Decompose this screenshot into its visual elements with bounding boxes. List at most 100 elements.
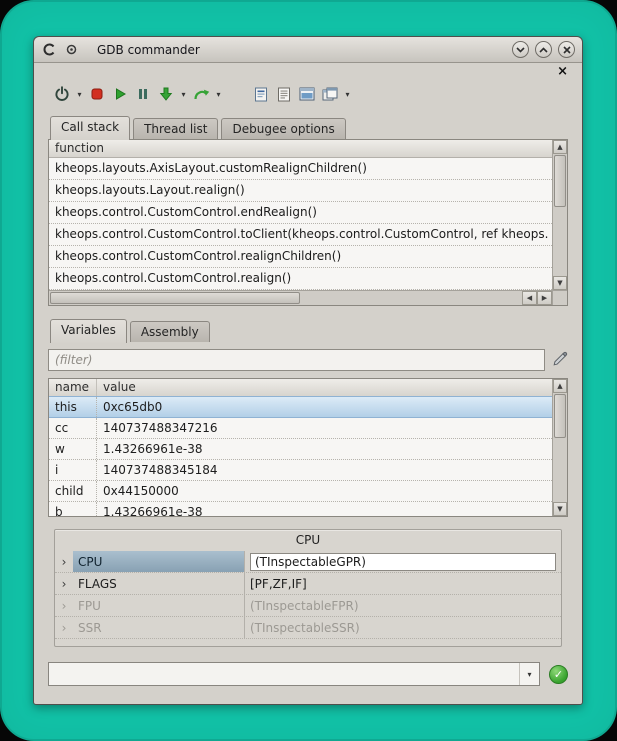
call-stack-row[interactable]: kheops.layouts.AxisLayout.customRealignC… [49, 158, 552, 180]
client-area: × ▾ ▾ ▾ [34, 63, 582, 704]
call-stack-row[interactable]: kheops.control.CustomControl.endRealign(… [49, 202, 552, 224]
vscroll-track[interactable] [553, 208, 567, 276]
send-command-button[interactable]: ✓ [549, 665, 568, 684]
variable-row[interactable]: this 0xc65db0 [49, 396, 552, 418]
gdb-command-input[interactable] [49, 663, 519, 685]
power-button[interactable] [52, 83, 72, 105]
filter-pen-icon[interactable] [552, 351, 568, 370]
vscroll-thumb[interactable] [554, 155, 566, 207]
step-button[interactable] [156, 83, 176, 105]
cpu-row-label[interactable]: FPU [73, 595, 245, 616]
call-stack-hscrollbar[interactable]: ◀ ▶ [49, 290, 552, 305]
window-menu-icon[interactable] [63, 42, 79, 58]
call-stack-row[interactable]: kheops.control.CustomControl.realign() [49, 268, 552, 290]
variable-name: child [49, 481, 97, 501]
hscroll-track[interactable] [301, 291, 522, 305]
cpu-register-row[interactable]: › FPU (TInspectableFPR) [55, 595, 561, 617]
call-stack-row[interactable]: kheops.control.CustomControl.toClient(kh… [49, 224, 552, 246]
scrollbar-corner [552, 290, 567, 305]
continue-dropdown-icon[interactable]: ▾ [214, 90, 223, 99]
scroll-up-icon[interactable]: ▲ [553, 379, 567, 393]
windows-dropdown-icon[interactable]: ▾ [343, 90, 352, 99]
source-list-button[interactable] [274, 83, 294, 105]
close-button[interactable] [558, 41, 575, 58]
minimize-button[interactable] [512, 41, 529, 58]
cpu-row-value: [PF,ZF,IF] [245, 573, 561, 594]
cpu-row-value: (TInspectableSSR) [245, 617, 561, 638]
variable-name: i [49, 460, 97, 480]
expander-icon[interactable]: › [55, 599, 73, 613]
tab-debugee-options[interactable]: Debugee options [221, 118, 345, 139]
variable-row[interactable]: child 0x44150000 [49, 481, 552, 502]
debug-toolbar: ▾ ▾ ▾ [48, 79, 568, 109]
variable-row[interactable]: cc 140737488347216 [49, 418, 552, 439]
gdb-commander-window: GDB commander × ▾ [33, 36, 583, 705]
variable-row[interactable]: i 140737488345184 [49, 460, 552, 481]
cpu-register-row[interactable]: › SSR (TInspectableSSR) [55, 617, 561, 639]
variable-value: 0x44150000 [97, 481, 552, 501]
filter-input[interactable] [48, 349, 545, 371]
pause-button[interactable] [133, 83, 153, 105]
command-row: ▾ ✓ [48, 661, 568, 687]
call-stack-list: function kheops.layouts.AxisLayout.custo… [49, 140, 552, 290]
scroll-down-icon[interactable]: ▼ [553, 502, 567, 516]
call-stack-vscrollbar[interactable]: ▲ ▼ [552, 140, 567, 290]
cpu-row-label[interactable]: CPU [73, 551, 245, 572]
expander-icon[interactable]: › [55, 621, 73, 635]
run-button[interactable] [110, 83, 130, 105]
column-header-name: name [49, 379, 97, 396]
variables-vscrollbar[interactable]: ▲ ▼ [552, 379, 567, 516]
expander-icon[interactable]: › [55, 577, 73, 591]
dock-header: × [48, 65, 568, 79]
tab-assembly[interactable]: Assembly [130, 321, 210, 342]
stack-tabs: Call stack Thread list Debugee options [48, 115, 568, 139]
inspector-tabs: Variables Assembly [48, 318, 568, 342]
cpu-register-row[interactable]: › CPU (TInspectableGPR) [55, 551, 561, 573]
cpu-row-value: (TInspectableFPR) [245, 595, 561, 616]
watch-window-button[interactable] [297, 83, 317, 105]
call-stack-row[interactable]: kheops.control.CustomControl.realignChil… [49, 246, 552, 268]
windows-menu-button[interactable] [320, 83, 340, 105]
messages-button[interactable] [251, 83, 271, 105]
vscroll-track[interactable] [553, 439, 567, 502]
variable-name: b [49, 502, 97, 516]
maximize-button[interactable] [535, 41, 552, 58]
variables-table: name value this 0xc65db0 cc 140737488347… [49, 379, 552, 516]
stop-button[interactable] [87, 83, 107, 105]
cpu-groupbox-title: CPU [55, 533, 561, 547]
variable-value: 1.43266961e-38 [97, 502, 552, 516]
cpu-groupbox: CPU › CPU (TInspectableGPR) › FLAGS [PF,… [54, 529, 562, 647]
variable-value: 0xc65db0 [97, 397, 552, 417]
combobox-dropdown-icon[interactable]: ▾ [519, 663, 539, 685]
window-title: GDB commander [97, 43, 200, 57]
app-icon [41, 42, 57, 58]
cpu-value-field[interactable]: (TInspectableGPR) [250, 553, 556, 571]
scroll-left-icon[interactable]: ◀ [522, 291, 537, 305]
expander-icon[interactable]: › [55, 555, 73, 569]
scroll-down-icon[interactable]: ▼ [553, 276, 567, 290]
call-stack-row[interactable]: kheops.layouts.Layout.realign() [49, 180, 552, 202]
scroll-up-icon[interactable]: ▲ [553, 140, 567, 154]
cpu-register-row[interactable]: › FLAGS [PF,ZF,IF] [55, 573, 561, 595]
power-dropdown-icon[interactable]: ▾ [75, 90, 84, 99]
tab-variables[interactable]: Variables [50, 319, 127, 343]
cpu-row-label[interactable]: SSR [73, 617, 245, 638]
call-stack-column-header: function [49, 140, 552, 158]
vscroll-thumb[interactable] [554, 394, 566, 438]
variable-row[interactable]: w 1.43266961e-38 [49, 439, 552, 460]
hscroll-thumb[interactable] [50, 292, 300, 304]
variable-name: this [49, 397, 97, 417]
cpu-row-label[interactable]: FLAGS [73, 573, 245, 594]
variable-value: 1.43266961e-38 [97, 439, 552, 459]
dock-close-icon[interactable]: × [557, 66, 568, 78]
gdb-command-combobox[interactable]: ▾ [48, 662, 540, 686]
variable-name: cc [49, 418, 97, 438]
variable-row[interactable]: b 1.43266961e-38 [49, 502, 552, 516]
tab-thread-list[interactable]: Thread list [133, 118, 218, 139]
step-dropdown-icon[interactable]: ▾ [179, 90, 188, 99]
tab-call-stack[interactable]: Call stack [50, 116, 130, 140]
variable-value: 140737488347216 [97, 418, 552, 438]
scroll-right-icon[interactable]: ▶ [537, 291, 552, 305]
continue-button[interactable] [191, 83, 211, 105]
filter-row [48, 348, 568, 372]
